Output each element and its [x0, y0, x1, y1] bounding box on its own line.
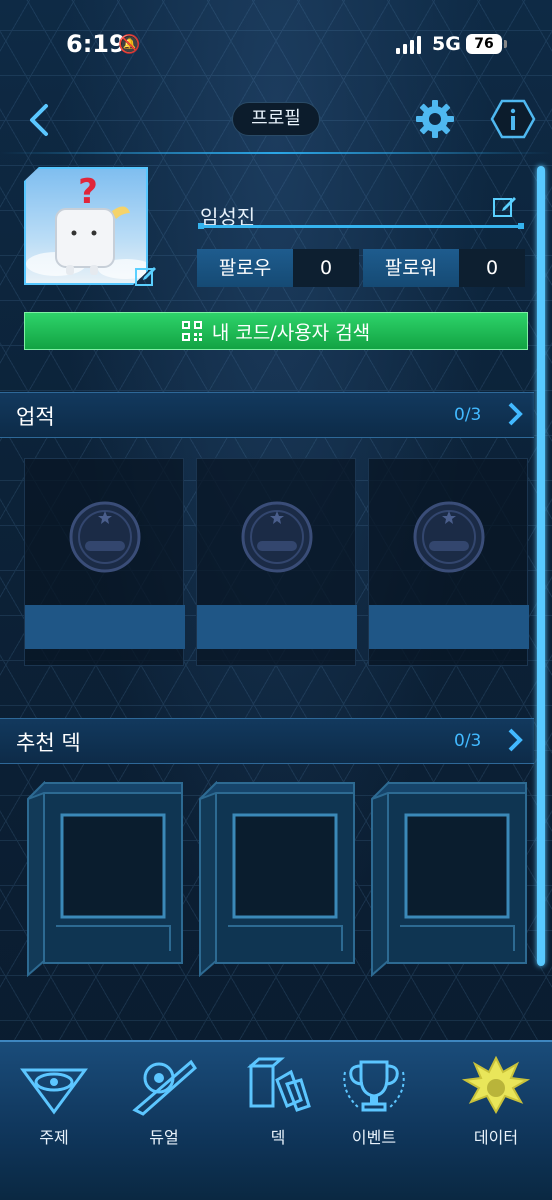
chevron-right-icon — [505, 725, 525, 762]
achievements-count: 0/3 — [454, 405, 482, 425]
neuron-medal-icon — [413, 501, 485, 573]
scrollbar[interactable] — [537, 166, 545, 966]
avatar-character-icon: ? — [26, 172, 146, 279]
nav-item-deck[interactable]: 덱 — [230, 1056, 326, 1152]
avatar[interactable]: ? — [24, 167, 148, 285]
my-code-search-label: 내 코드/사용자 검색 — [211, 321, 371, 344]
achievements-title: 업적 — [16, 405, 55, 429]
chevron-left-icon — [30, 104, 48, 136]
trophy-icon — [343, 1060, 405, 1112]
empty-deck-box-icon[interactable] — [26, 781, 186, 977]
recommended-decks-count: 0/3 — [454, 731, 482, 751]
chevron-right-icon — [505, 399, 525, 436]
follow-value: 0 — [293, 249, 359, 287]
nav-label: 덱 — [270, 1128, 286, 1147]
achievement-plate — [25, 605, 185, 649]
achievement-slot[interactable] — [196, 458, 357, 666]
follow-counter[interactable]: 팔로우 0 — [197, 249, 359, 287]
mute-bell-icon: 🔕 — [118, 34, 141, 55]
achievement-slot[interactable] — [24, 458, 185, 666]
nav-label: 주제 — [39, 1128, 69, 1147]
achievements-header[interactable]: 업적 0/3 — [0, 392, 534, 438]
deck-icon — [247, 1057, 311, 1112]
top-header: 프로필 — [0, 90, 552, 154]
nav-item-theme[interactable]: 주제 — [6, 1056, 102, 1152]
achievement-slot[interactable] — [368, 458, 529, 666]
recommended-decks-header[interactable]: 추천 덱 0/3 — [0, 718, 534, 764]
achievements-list — [0, 444, 534, 710]
battery-icon: 76 — [466, 34, 507, 54]
signal-icon — [396, 36, 421, 54]
millennium-eye-icon — [20, 1068, 88, 1115]
recommended-decks-title: 추천 덱 — [16, 731, 81, 755]
name-edit-button[interactable] — [492, 193, 518, 219]
empty-deck-box-icon[interactable] — [370, 781, 530, 977]
my-code-search-button[interactable]: 내 코드/사용자 검색 — [24, 312, 528, 350]
neuron-medal-icon — [241, 501, 313, 573]
edit-icon — [493, 197, 516, 217]
gear-icon — [416, 100, 454, 138]
follower-value: 0 — [459, 249, 525, 287]
status-time: 6:19 — [66, 30, 126, 58]
page-title: 프로필 — [232, 102, 320, 136]
network-type: 5G — [432, 33, 461, 55]
achievement-plate — [369, 605, 529, 649]
settings-button[interactable] — [414, 98, 456, 140]
neuron-medal-icon — [69, 501, 141, 573]
character-icon — [461, 1056, 531, 1115]
nav-label: 데이터 — [473, 1128, 519, 1147]
back-button[interactable] — [22, 98, 58, 142]
duel-disk-icon — [132, 1059, 197, 1116]
empty-deck-box-icon[interactable] — [198, 781, 358, 977]
nav-item-event[interactable]: 이벤트 — [326, 1056, 422, 1152]
follower-label: 팔로워 — [363, 249, 459, 287]
recommended-decks-list — [0, 765, 534, 1035]
status-bar: 6:19 🔕 5G 76 — [0, 0, 552, 90]
profile-panel: ? 임성진 팔로우 0 팔로워 0 내 코드/사용자 검색 — [0, 155, 534, 390]
bottom-nav: 주제 듀얼 덱 이벤트 데이터 — [0, 1040, 552, 1200]
avatar-edit-button[interactable] — [134, 263, 158, 287]
qr-code-icon — [181, 321, 202, 341]
nav-label: 이벤트 — [351, 1128, 397, 1147]
info-icon — [490, 99, 536, 139]
svg-text:?: ? — [78, 172, 98, 212]
info-button[interactable] — [490, 98, 536, 140]
achievement-plate — [197, 605, 357, 649]
nav-item-data[interactable]: 데이터 — [448, 1056, 544, 1152]
follower-counter[interactable]: 팔로워 0 — [363, 249, 525, 287]
nav-label: 듀얼 — [149, 1128, 179, 1147]
nav-item-duel[interactable]: 듀얼 — [116, 1056, 212, 1152]
name-underline — [198, 223, 524, 229]
follow-label: 팔로우 — [197, 249, 293, 287]
edit-icon — [135, 267, 156, 286]
